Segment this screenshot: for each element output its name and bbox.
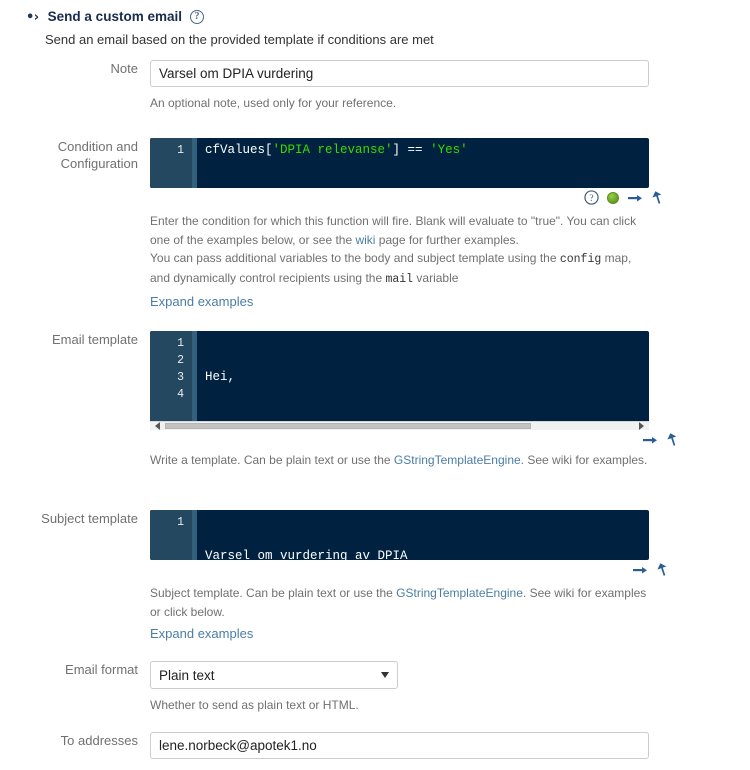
code-line: Hei, bbox=[205, 370, 236, 384]
email-format-hint: Whether to send as plain text or HTML. bbox=[150, 698, 359, 712]
condition-hint-line1: Enter the condition for which this funct… bbox=[150, 214, 637, 228]
condition-hint: Enter the condition for which this funct… bbox=[150, 212, 655, 312]
hint-text: Subject template. Can be plain text or u… bbox=[150, 586, 397, 600]
condition-code-content[interactable]: cfValues['DPIA relevanse'] == 'Yes' bbox=[197, 138, 649, 188]
mail-code-ref: mail bbox=[385, 273, 414, 286]
line-number: 1 bbox=[177, 337, 184, 350]
expand-examples-link-subject[interactable]: Expand examples bbox=[150, 624, 253, 644]
code-line: Varsel om vurdering av DPIA bbox=[205, 549, 408, 560]
hint-text: map, bbox=[601, 251, 632, 266]
condition-label-line2: Configuration bbox=[60, 156, 138, 171]
scroll-right-button[interactable] bbox=[634, 422, 649, 430]
hint-text: . See wiki for examples. bbox=[520, 453, 648, 467]
line-number: 1 bbox=[177, 516, 184, 529]
config-code-ref: config bbox=[559, 253, 602, 267]
page-title: Send a custom email bbox=[47, 9, 182, 25]
email-template-field-row: Email template 1 2 3 4 Hei, Endring ${is… bbox=[0, 331, 677, 470]
email-template-label: Email template bbox=[52, 332, 138, 347]
insert-arrow-icon[interactable] bbox=[642, 433, 658, 447]
svg-text:?: ? bbox=[589, 194, 593, 204]
scroll-left-button[interactable] bbox=[150, 422, 165, 430]
hint-text: Write a template. Can be plain text or u… bbox=[150, 453, 394, 467]
email-template-editor-toolbar bbox=[642, 432, 680, 447]
scrollbar-thumb[interactable] bbox=[165, 423, 531, 429]
code-token: cfValues[ bbox=[205, 143, 273, 157]
wiki-link[interactable]: wiki bbox=[355, 233, 375, 247]
condition-gutter: 1 bbox=[150, 138, 192, 188]
help-icon[interactable]: ? bbox=[189, 10, 204, 24]
email-template-code-content[interactable]: Hei, Endring ${issue.key} er vurdert til… bbox=[197, 331, 649, 421]
code-token: 'Yes' bbox=[430, 143, 468, 157]
to-addresses-label: To addresses bbox=[60, 733, 138, 748]
subject-template-code-content[interactable]: Varsel om vurdering av DPIA bbox=[197, 510, 649, 560]
line-number: 1 bbox=[177, 144, 184, 157]
scrollbar-track[interactable] bbox=[165, 422, 634, 430]
note-field-row: Note An optional note, used only for you… bbox=[0, 60, 655, 113]
condition-editor-toolbar: ? bbox=[584, 190, 665, 205]
panel-subtitle: Send an email based on the provided temp… bbox=[45, 32, 434, 47]
hint-text: one of the examples below, or see the bbox=[150, 232, 356, 247]
insert-arrow-icon[interactable] bbox=[632, 563, 648, 577]
panel-header: •› Send a custom email ? Send an email b… bbox=[0, 10, 750, 49]
undo-arrow-icon[interactable] bbox=[666, 432, 680, 447]
condition-field-row: Condition and Configuration 1 cfValues['… bbox=[0, 138, 662, 312]
code-token: ] == bbox=[392, 143, 431, 157]
subject-hint-line1: Subject template. Can be plain text or u… bbox=[150, 584, 660, 603]
email-template-code-editor[interactable]: 1 2 3 4 Hei, Endring ${issue.key} er vur… bbox=[150, 331, 649, 430]
expand-examples-link-condition[interactable]: Expand examples bbox=[150, 292, 253, 312]
email-format-label: Email format bbox=[65, 662, 138, 677]
note-label: Note bbox=[110, 61, 138, 76]
undo-arrow-icon[interactable] bbox=[656, 562, 670, 577]
undo-arrow-icon[interactable] bbox=[651, 190, 665, 205]
subject-template-hint: Subject template. Can be plain text or u… bbox=[150, 584, 660, 644]
subject-template-gutter: 1 bbox=[150, 510, 192, 560]
hint-text: and dynamically control recipients using… bbox=[150, 271, 386, 285]
subject-template-field-row: Subject template 1 Varsel om vurdering a… bbox=[0, 510, 667, 644]
gstring-template-engine-link[interactable]: GStringTemplateEngine bbox=[396, 586, 523, 600]
gstring-template-engine-link[interactable]: GStringTemplateEngine bbox=[394, 453, 521, 467]
hint-text: page for further examples. bbox=[375, 232, 519, 247]
email-format-select[interactable]: Plain text HTML bbox=[150, 661, 398, 689]
expand-bullet-icon[interactable]: •› bbox=[26, 11, 39, 24]
help-icon[interactable]: ? bbox=[584, 190, 599, 205]
condition-hint-line3: You can pass additional variables to the… bbox=[150, 249, 655, 269]
hint-text: variable bbox=[413, 271, 459, 285]
subject-template-code-editor[interactable]: 1 Varsel om vurdering av DPIA bbox=[150, 510, 649, 560]
line-number: 2 bbox=[177, 354, 184, 367]
condition-code-editor[interactable]: 1 cfValues['DPIA relevanse'] == 'Yes' bbox=[150, 138, 649, 188]
code-token: 'DPIA relevanse' bbox=[272, 143, 393, 157]
condition-label-line1: Condition and bbox=[57, 139, 138, 154]
note-input[interactable] bbox=[150, 60, 649, 87]
custom-email-config-panel: •› Send a custom email ? Send an email b… bbox=[0, 0, 750, 770]
subject-template-label: Subject template bbox=[41, 511, 138, 526]
subject-hint-line2: or click below. bbox=[150, 604, 225, 619]
line-number: 3 bbox=[177, 371, 184, 384]
status-ok-icon[interactable] bbox=[607, 191, 619, 204]
subject-template-editor-toolbar bbox=[632, 562, 670, 577]
hint-text: . See wiki for examples bbox=[522, 586, 647, 600]
email-template-gutter: 1 2 3 4 bbox=[150, 331, 192, 421]
condition-hint-line4: and dynamically control recipients using… bbox=[150, 269, 655, 289]
email-format-field-row: Email format Plain text HTML Whether to … bbox=[0, 661, 655, 715]
insert-arrow-icon[interactable] bbox=[627, 191, 643, 205]
line-number: 4 bbox=[177, 388, 184, 401]
condition-label: Condition and Configuration bbox=[0, 138, 150, 312]
to-addresses-field-row: To addresses bbox=[0, 732, 649, 759]
to-addresses-input[interactable] bbox=[150, 732, 649, 759]
hint-text: You can pass additional variables to the… bbox=[150, 251, 560, 266]
condition-hint-line2: one of the examples below, or see the wi… bbox=[150, 231, 655, 250]
note-hint: An optional note, used only for your ref… bbox=[150, 96, 397, 110]
email-template-hint: Write a template. Can be plain text or u… bbox=[150, 451, 670, 470]
email-template-horizontal-scrollbar[interactable] bbox=[150, 421, 649, 430]
